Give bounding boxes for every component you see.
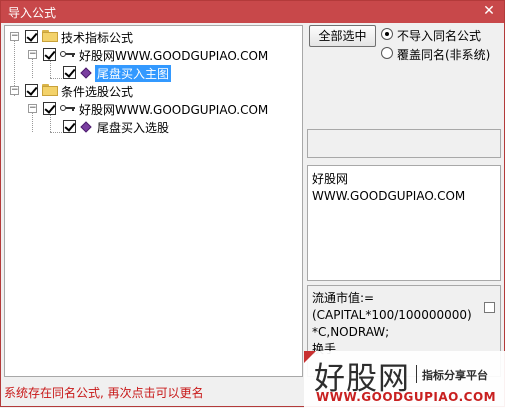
formula-tree[interactable]: − 技术指标公式 − 好股网WWW.GOODGUPIAO.COM 尾盘买入主图 … xyxy=(4,25,303,377)
tree-node-selection-item[interactable]: 尾盘买入选股 xyxy=(5,118,295,136)
formula-gem-icon xyxy=(80,67,92,79)
watermark-divider xyxy=(416,365,417,383)
tree-node-indicator-item[interactable]: 尾盘买入主图 xyxy=(5,64,295,82)
title-bar: 导入公式 ✕ xyxy=(1,1,504,23)
dialog-title: 导入公式 xyxy=(8,6,57,20)
watermark-tagline: 指标分享平台 xyxy=(422,369,488,382)
code-line: *C,NODRAW; xyxy=(312,325,390,339)
info-line: WWW.GOODGUPIAO.COM xyxy=(312,189,466,203)
indicator-source-checkbox[interactable] xyxy=(43,48,56,61)
tree-node-label: 技术指标公式 xyxy=(61,31,134,45)
folder-icon xyxy=(42,30,58,42)
collapse-icon[interactable]: − xyxy=(10,32,19,41)
watermark-url: WWW.GOODGUPIAO.COM xyxy=(316,390,497,404)
collapse-icon[interactable]: − xyxy=(10,86,19,95)
key-icon xyxy=(60,103,76,113)
collapse-icon[interactable]: − xyxy=(28,104,37,113)
import-formula-dialog: 导入公式 ✕ − 技术指标公式 − 好股网WWW.GOODGUPIAO.COM xyxy=(0,0,505,408)
tree-node-label: 好股网WWW.GOODGUPIAO.COM xyxy=(79,49,269,63)
radio-label: 不导入同名公式 xyxy=(397,29,482,43)
tree-node-indicator-group[interactable]: − 技术指标公式 xyxy=(5,28,295,46)
selection-item-checkbox[interactable] xyxy=(63,120,76,133)
watermark-logo: 好股网 指标分享平台 WWW.GOODGUPIAO.COM xyxy=(304,351,505,408)
indicator-group-checkbox[interactable] xyxy=(25,30,38,43)
formula-gem-icon xyxy=(80,121,92,133)
tree-node-label: 尾盘买入选股 xyxy=(97,121,170,135)
radio-overwrite-duplicates-dot[interactable] xyxy=(381,47,393,59)
collapse-icon[interactable]: − xyxy=(28,50,37,59)
source-info-box: 好股网 WWW.GOODGUPIAO.COM xyxy=(307,165,501,281)
selection-group-checkbox[interactable] xyxy=(25,84,38,97)
selection-source-checkbox[interactable] xyxy=(43,102,56,115)
folder-icon xyxy=(42,84,58,96)
tree-node-label: 尾盘买入主图 xyxy=(95,65,172,82)
code-line: (CAPITAL*100/100000000) xyxy=(312,308,472,322)
empty-field[interactable] xyxy=(307,129,501,158)
tree-node-selection-group[interactable]: − 条件选股公式 xyxy=(5,82,295,100)
status-message: 系统存在同名公式, 再次点击可以更名 xyxy=(4,386,204,400)
radio-skip-duplicates-dot[interactable] xyxy=(381,28,393,40)
indicator-item-checkbox[interactable] xyxy=(63,66,76,79)
tree-node-indicator-source[interactable]: − 好股网WWW.GOODGUPIAO.COM xyxy=(5,46,295,64)
close-icon[interactable]: ✕ xyxy=(482,3,496,19)
code-checkbox[interactable] xyxy=(484,302,495,313)
code-line: 流通市值:= xyxy=(312,291,375,305)
tree-node-label: 好股网WWW.GOODGUPIAO.COM xyxy=(79,103,269,117)
tree-node-selection-source[interactable]: − 好股网WWW.GOODGUPIAO.COM xyxy=(5,100,295,118)
info-line: 好股网 xyxy=(312,172,349,186)
key-icon xyxy=(60,49,76,59)
tree-node-label: 条件选股公式 xyxy=(61,85,134,99)
select-all-button[interactable]: 全部选中 xyxy=(309,25,376,47)
radio-label: 覆盖同名(非系统) xyxy=(397,48,491,62)
